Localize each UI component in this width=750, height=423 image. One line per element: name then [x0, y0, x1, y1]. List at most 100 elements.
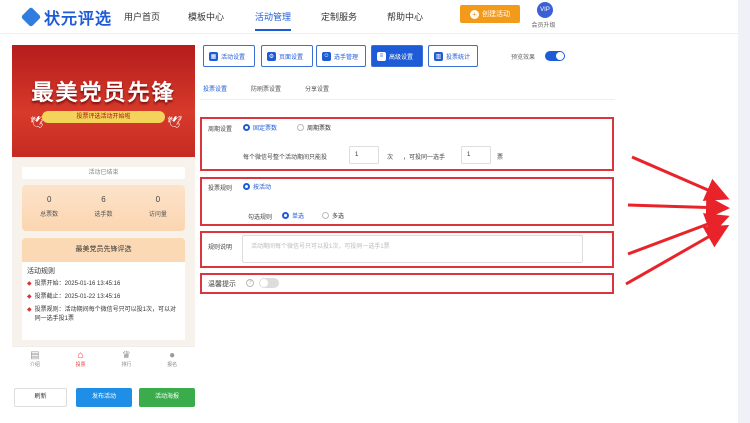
vip-upgrade[interactable]: VIP 会员升级 [531, 2, 557, 29]
check-rule-label: 勾选规则 [248, 215, 273, 221]
tab-label: 投票 [75, 362, 86, 368]
stat-label: 访问量 [148, 212, 167, 218]
person-icon: ● [169, 350, 176, 361]
check-option-single[interactable]: 单选 [282, 211, 304, 220]
rule-item: ◆ 投票截止：2025-01-22 13:45:16 [27, 293, 180, 302]
period-settings-label: 周期设置 [208, 127, 233, 133]
preview-effect-toggle[interactable] [545, 51, 565, 61]
arrow-1 [631, 155, 730, 201]
activity-status: 活动已结束 [22, 167, 185, 179]
preview-effect-label: 预览效果 [511, 55, 536, 61]
dove-icon: 🕊 [167, 115, 183, 129]
period-text-2: 次 [387, 155, 394, 161]
tool-label: 高级设置 [389, 54, 414, 61]
rules-panel: 活动规则 ◆ 投票开始：2025-01-16 13:45:16 ◆ 投票截止：202… [22, 262, 185, 340]
subtab-anti-fraud[interactable]: 防刷票设置 [251, 84, 281, 93]
stat-visits: 0 访问量 [131, 185, 185, 231]
plus-icon: + [470, 9, 479, 19]
tip-toggle[interactable] [259, 278, 279, 288]
vote-times-input[interactable]: 1 [349, 146, 379, 164]
stat-value: 6 [101, 195, 106, 204]
tool-label: 页面设置 [279, 54, 304, 61]
tool-label: 投票统计 [446, 54, 471, 61]
bullet-icon: ◆ [27, 294, 32, 300]
period-text-3: ，可投同一选手 [403, 155, 446, 161]
nav-help[interactable]: 帮助中心 [387, 10, 423, 23]
nav-templates[interactable]: 模板中心 [188, 10, 224, 23]
chart-icon: ▥ [434, 51, 443, 61]
arrow-2 [627, 195, 730, 220]
subtab-divider [200, 99, 615, 100]
tool-label: 活动设置 [221, 54, 246, 61]
vip-label: 会员升级 [531, 23, 556, 29]
radio-icon [282, 212, 289, 219]
home-icon: ⌂ [77, 350, 84, 361]
rule-text: 投票截止：2025-01-22 13:45:16 [34, 294, 121, 300]
radio-icon [243, 124, 250, 131]
advanced-settings-button[interactable]: ≡ 高级设置 [371, 45, 423, 67]
annotation-arrows [625, 155, 730, 286]
votes-per-contestant-input[interactable]: 1 [461, 146, 491, 164]
rules-heading: 活动规则 [27, 268, 55, 275]
rule-description-label: 规则说明 [208, 245, 233, 251]
tab-rank[interactable]: ♛ 排行 [104, 347, 150, 374]
vote-stats-button[interactable]: ▥ 投票统计 [428, 45, 478, 67]
page-settings-button[interactable]: ⚙ 页面设置 [261, 45, 313, 67]
poster-button[interactable]: 活动海报 [139, 388, 195, 407]
bullet-icon: ◆ [27, 307, 32, 313]
radio-icon [243, 183, 250, 190]
logo[interactable]: 状元评选 [20, 5, 113, 29]
help-icon[interactable]: ? [246, 279, 254, 287]
tip-label: 温馨提示 [208, 281, 236, 288]
tab-label: 报名 [167, 362, 178, 368]
option-label: 固定票数 [253, 126, 278, 132]
nav-custom-service[interactable]: 定制服务 [321, 10, 357, 23]
refresh-button[interactable]: 刷新 [14, 388, 67, 407]
subtab-vote-settings[interactable]: 投票设置 [203, 84, 228, 100]
phone-preview: 最美党员先锋 🕊 🕊 投票评选活动开始啦 活动已结束 0 总票数 6 选手数 0… [12, 45, 195, 371]
tab-vote[interactable]: ⌂ 投票 [58, 347, 104, 374]
period-option-cycle[interactable]: 周期票数 [297, 123, 331, 132]
vote-rule-option[interactable]: 按活动 [243, 182, 271, 191]
option-label: 周期票数 [307, 126, 332, 132]
stat-value: 0 [46, 195, 52, 204]
gear-icon: ⚙ [267, 51, 276, 61]
scrollbar[interactable] [738, 0, 750, 423]
preview-card-title: 最美党员先锋评选 [22, 238, 185, 262]
rule-description-textarea[interactable]: 活动期间每个微信号只可以投1次，可投同一选手1票 [242, 235, 583, 263]
preview-banner: 最美党员先锋 🕊 🕊 投票评选活动开始啦 [12, 45, 195, 157]
stat-label: 选手数 [94, 212, 113, 218]
check-option-multi[interactable]: 多选 [322, 211, 344, 220]
nav-activity-manage[interactable]: 活动管理 [255, 10, 292, 31]
option-label: 按活动 [253, 185, 272, 191]
stat-total-votes: 0 总票数 [22, 185, 76, 231]
publish-button[interactable]: 发布活动 [76, 388, 132, 407]
sliders-icon: ≡ [377, 51, 386, 61]
tab-intro[interactable]: ▤ 介绍 [12, 347, 58, 374]
stat-value: 0 [155, 195, 161, 204]
subtab-share-settings[interactable]: 分享设置 [305, 84, 329, 93]
radio-icon [322, 212, 329, 219]
logo-text: 状元评选 [44, 11, 113, 28]
preview-title: 最美党员先锋 [31, 80, 176, 105]
vote-rule-label: 投票规则 [208, 186, 233, 192]
rule-item: ◆ 投票规则：活动期间每个微信号只可以投1次，可以对同一选手投1票 [27, 306, 180, 324]
crown-icon: ♛ [121, 350, 131, 361]
grid-icon: ▦ [209, 51, 218, 61]
create-activity-button[interactable]: + 创建活动 [460, 5, 520, 23]
period-text-4: 票 [497, 155, 504, 161]
period-option-fixed[interactable]: 固定票数 [243, 123, 277, 132]
rule-text: 投票开始：2025-01-16 13:45:16 [34, 281, 121, 287]
rule-text: 投票规则：活动期间每个微信号只可以投1次，可以对同一选手投1票 [34, 307, 176, 322]
top-navbar [0, 0, 750, 34]
vip-icon: VIP [537, 2, 553, 18]
tab-signup[interactable]: ● 报名 [149, 347, 195, 374]
document-icon: ▤ [30, 350, 40, 361]
preview-tabbar: ▤ 介绍 ⌂ 投票 ♛ 排行 ● 报名 [12, 346, 195, 374]
radio-icon [297, 124, 304, 131]
nav-home[interactable]: 用户首页 [124, 10, 160, 23]
create-activity-label: 创建活动 [482, 11, 510, 18]
preview-subtitle: 投票评选活动开始啦 [42, 111, 165, 123]
contestant-manage-button[interactable]: ☺ 选手管理 [316, 45, 366, 67]
activity-settings-button[interactable]: ▦ 活动设置 [203, 45, 255, 67]
